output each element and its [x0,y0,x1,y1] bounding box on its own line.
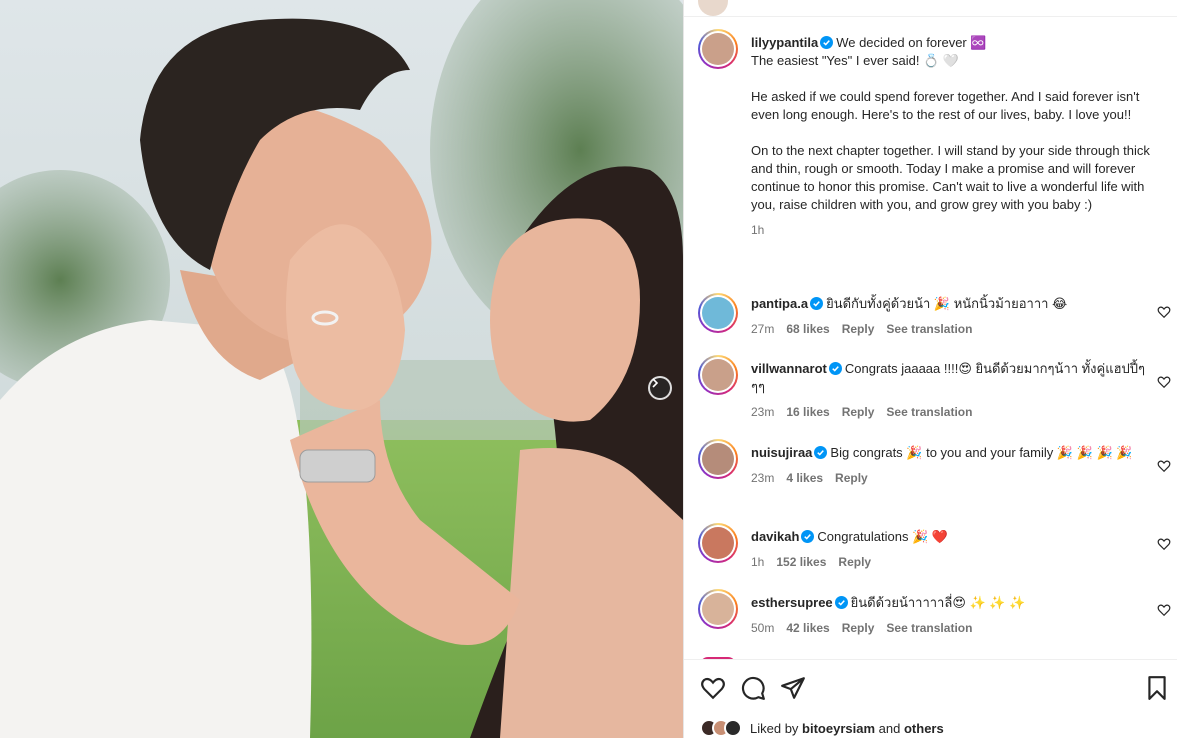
comment-text: ยินดีด้วยน้าาาาาลี่😍 ✨ ✨ ✨ [850,595,1026,610]
comment-avatar[interactable] [698,439,738,479]
post-photo [0,0,683,738]
reply-button[interactable]: Reply [842,322,875,336]
post-caption: lilyypantila We decided on forever ♾️ The… [751,34,1163,237]
comment-text: Congratulations 🎉 ❤️ [817,529,949,544]
comment-icon[interactable] [740,675,766,701]
verified-badge-icon [810,297,824,310]
comment-like-heart-icon[interactable] [1157,305,1171,319]
comment-like-heart-icon[interactable] [1157,603,1171,617]
post-header [684,0,1177,17]
comment-like-heart-icon[interactable] [1157,537,1171,551]
liked-by-row: Liked by bitoeyrsiam and others [700,717,944,738]
liked-by-and: and [878,720,901,736]
caption-paragraph-1: He asked if we could spend forever toget… [751,89,1140,122]
header-avatar[interactable] [698,0,728,16]
comment-likes[interactable]: 152 likes [776,555,826,569]
comment-time[interactable]: 23m [751,471,774,485]
reply-button[interactable]: Reply [842,621,875,635]
comment-username[interactable]: davikah [751,529,799,544]
comment-username[interactable]: nuisujiraa [751,445,812,460]
caption-line-2: The easiest "Yes" I ever said! 💍 🤍 [751,53,960,68]
liked-by-prefix: Liked by [750,720,799,736]
comment-text: Big congrats 🎉 to you and your family 🎉 … [830,445,1133,460]
comment-like-heart-icon[interactable] [1157,375,1171,389]
comment-like-heart-icon[interactable] [1157,459,1171,473]
comment-likes[interactable]: 68 likes [786,322,829,336]
verified-badge-icon [814,446,828,459]
chevron-right-icon [652,378,659,388]
post-side-panel: lilyypantila We decided on forever ♾️ The… [683,0,1177,738]
comment-avatar[interactable] [698,523,738,563]
comment-text: ยินดีกับทั้งคู่ด้วยน้า 🎉 หนักนิ้วม้ายอาา… [826,296,1068,311]
heart-icon[interactable] [700,675,726,701]
engagement-photo [0,0,683,738]
author-avatar[interactable] [698,29,738,69]
reply-button[interactable]: Reply [835,471,868,485]
see-translation-button[interactable]: See translation [886,405,972,419]
verified-badge-icon [801,530,815,543]
post-timestamp[interactable]: 1h [751,223,764,237]
see-translation-button[interactable]: See translation [886,621,972,635]
next-slide-button[interactable] [648,376,672,400]
comment-username[interactable]: esthersupree [751,595,833,610]
verified-badge-icon [828,362,842,375]
comment-avatar[interactable] [698,355,738,395]
comment-likes[interactable]: 16 likes [786,405,829,419]
reply-button[interactable]: Reply [838,555,871,569]
comments-scroll-area[interactable]: lilyypantila We decided on forever ♾️ The… [684,17,1177,659]
send-icon[interactable] [780,675,806,701]
comment-time[interactable]: 50m [751,621,774,635]
liked-by-user[interactable]: bitoeyrsiam [802,721,875,736]
comment-avatar[interactable] [698,293,738,333]
comment-avatar[interactable] [698,589,738,629]
liked-by-others[interactable]: others [904,721,944,736]
caption-line-1: We decided on forever ♾️ [836,35,987,50]
comment-time[interactable]: 27m [751,322,774,336]
verified-badge-icon [834,596,848,609]
bookmark-icon[interactable] [1144,675,1170,701]
comment-time[interactable]: 23m [751,405,774,419]
comment-time[interactable]: 1h [751,555,764,569]
reply-button[interactable]: Reply [842,405,875,419]
comment-likes[interactable]: 4 likes [786,471,823,485]
comment-likes[interactable]: 42 likes [786,621,829,635]
comment-username[interactable]: pantipa.a [751,296,808,311]
verified-badge-icon [820,36,834,49]
post-action-bar: Liked by bitoeyrsiam and others [684,659,1177,738]
liker-avatar [724,719,742,737]
comment-username[interactable]: villwannarot [751,361,827,376]
author-username[interactable]: lilyypantila [751,35,818,50]
caption-paragraph-2: On to the next chapter together. I will … [751,143,1150,212]
see-translation-button[interactable]: See translation [886,322,972,336]
